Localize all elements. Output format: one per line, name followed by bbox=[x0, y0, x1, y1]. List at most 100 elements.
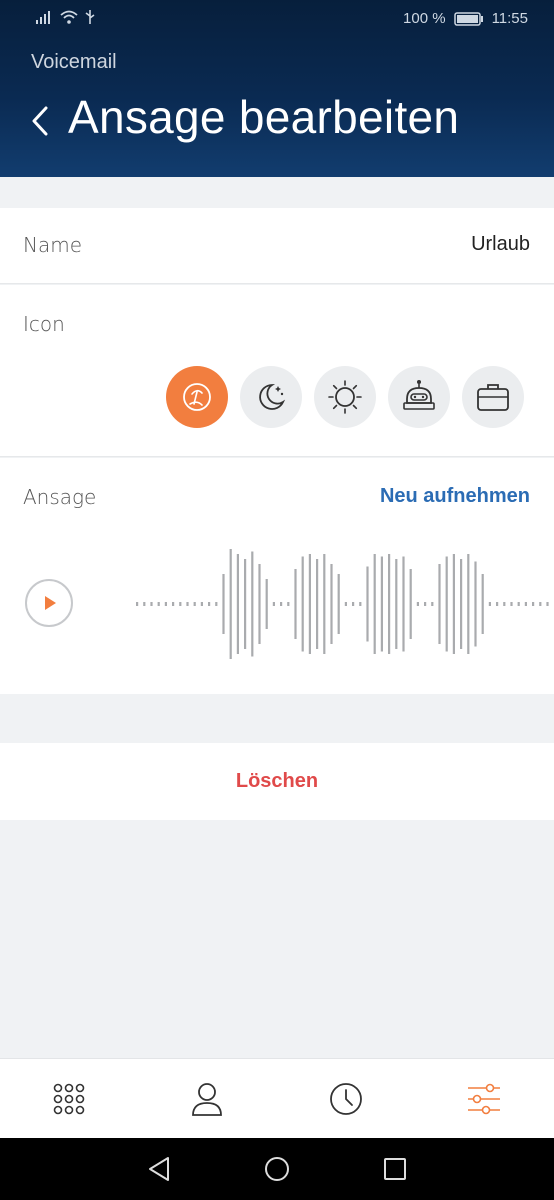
waveform-bar bbox=[157, 602, 160, 606]
waveform-bar bbox=[402, 556, 405, 652]
waveform-bar bbox=[143, 602, 146, 606]
tab-history[interactable] bbox=[326, 1079, 366, 1119]
app-header: 100 % 11:55 Voicemail Ansage bearbeiten bbox=[0, 0, 554, 177]
waveform-bar bbox=[236, 554, 239, 654]
waveform-bar bbox=[460, 559, 463, 649]
recents-square-icon[interactable] bbox=[380, 1154, 410, 1184]
vacation-icon bbox=[183, 383, 211, 411]
waveform-bar bbox=[316, 559, 319, 649]
waveform-bar bbox=[251, 551, 254, 657]
ansage-row: Ansage Neu aufnehmen bbox=[0, 458, 554, 694]
name-value[interactable]: Urlaub bbox=[471, 233, 530, 256]
waveform-bar bbox=[136, 602, 139, 606]
waveform-bar bbox=[172, 602, 175, 606]
section-label: Voicemail bbox=[31, 51, 117, 73]
clock: 11:55 bbox=[491, 10, 528, 27]
waveform-bar bbox=[424, 602, 427, 606]
status-bar: 100 % 11:55 bbox=[0, 0, 554, 40]
waveform-bar bbox=[373, 554, 376, 654]
waveform-bar bbox=[179, 602, 182, 606]
waveform-bar bbox=[200, 602, 203, 606]
tab-contacts[interactable] bbox=[187, 1079, 227, 1119]
waveform-bar bbox=[467, 554, 470, 654]
waveform-bar bbox=[416, 602, 419, 606]
icon-option-sun[interactable] bbox=[314, 366, 376, 428]
waveform-bar bbox=[344, 602, 347, 606]
sliders-icon bbox=[468, 1083, 500, 1115]
icon-picker bbox=[166, 366, 524, 428]
waveform-bar bbox=[330, 564, 333, 644]
waveform-bar bbox=[517, 602, 520, 606]
waveform-bar bbox=[323, 554, 326, 654]
waveform-bar bbox=[265, 579, 268, 629]
night-icon bbox=[259, 384, 286, 410]
waveform-bar bbox=[445, 556, 448, 652]
icon-label: Icon bbox=[23, 312, 65, 336]
bottom-tab-bar bbox=[0, 1058, 554, 1138]
waveform-bar bbox=[186, 602, 189, 606]
waveform-bar bbox=[150, 602, 153, 606]
waveform-bar bbox=[208, 602, 211, 606]
signal-icon bbox=[36, 11, 50, 24]
waveform-bar bbox=[488, 602, 491, 606]
waveform-bar bbox=[359, 602, 362, 606]
back-arrow-icon[interactable] bbox=[26, 98, 56, 144]
waveform-bar bbox=[524, 602, 527, 606]
waveform-bar bbox=[474, 561, 477, 647]
sun-icon bbox=[328, 380, 362, 414]
waveform-bar bbox=[272, 602, 275, 606]
icon-option-briefcase[interactable] bbox=[462, 366, 524, 428]
waveform-bar bbox=[532, 602, 535, 606]
waveform-bar bbox=[546, 602, 549, 606]
waveform-bar bbox=[481, 574, 484, 634]
back-triangle-icon[interactable] bbox=[144, 1154, 174, 1184]
waveform-bar bbox=[244, 559, 247, 649]
waveform-bar bbox=[308, 554, 311, 654]
waveform-bar bbox=[366, 566, 369, 642]
icon-option-robot[interactable] bbox=[388, 366, 450, 428]
waveform-bar bbox=[431, 602, 434, 606]
waveform-bar bbox=[503, 602, 506, 606]
tab-settings[interactable] bbox=[464, 1079, 504, 1119]
person-icon bbox=[192, 1083, 222, 1116]
ansage-label: Ansage bbox=[23, 485, 97, 509]
waveform-bar bbox=[388, 554, 391, 654]
name-label: Name bbox=[23, 233, 83, 257]
waveform-bar bbox=[193, 602, 196, 606]
play-button[interactable] bbox=[25, 579, 73, 627]
usb-icon bbox=[85, 10, 95, 24]
wifi-icon bbox=[60, 10, 78, 24]
home-circle-icon[interactable] bbox=[262, 1154, 292, 1184]
keypad-icon bbox=[53, 1083, 85, 1115]
waveform-bar bbox=[337, 574, 340, 634]
waveform-bar bbox=[395, 559, 398, 649]
icon-option-night[interactable] bbox=[240, 366, 302, 428]
waveform-bar bbox=[164, 602, 167, 606]
briefcase-icon bbox=[477, 384, 509, 411]
robot-icon bbox=[403, 380, 435, 410]
waveform-bar bbox=[352, 602, 355, 606]
waveform-bar bbox=[409, 569, 412, 639]
waveform-bar bbox=[229, 549, 232, 659]
name-row[interactable]: Name Urlaub bbox=[0, 208, 554, 284]
tab-keypad[interactable] bbox=[49, 1079, 89, 1119]
waveform-bar bbox=[301, 556, 304, 652]
waveform-bar bbox=[287, 602, 290, 606]
icon-option-vacation[interactable] bbox=[166, 366, 228, 428]
waveform-bar bbox=[510, 602, 513, 606]
waveform-bar bbox=[258, 564, 261, 644]
waveform-bar bbox=[539, 602, 542, 606]
waveform-bar bbox=[496, 602, 499, 606]
audio-waveform[interactable] bbox=[134, 544, 554, 664]
clock-icon bbox=[330, 1083, 362, 1115]
waveform-bar bbox=[222, 574, 225, 634]
waveform-bar bbox=[438, 564, 441, 644]
delete-button[interactable]: Löschen bbox=[0, 743, 554, 820]
play-icon bbox=[45, 596, 56, 610]
icon-row: Icon bbox=[0, 285, 554, 457]
page-title: Ansage bearbeiten bbox=[68, 91, 460, 143]
waveform-bar bbox=[294, 569, 297, 639]
record-new-link[interactable]: Neu aufnehmen bbox=[380, 485, 530, 508]
battery-icon bbox=[453, 11, 483, 26]
system-nav-bar bbox=[0, 1138, 554, 1200]
